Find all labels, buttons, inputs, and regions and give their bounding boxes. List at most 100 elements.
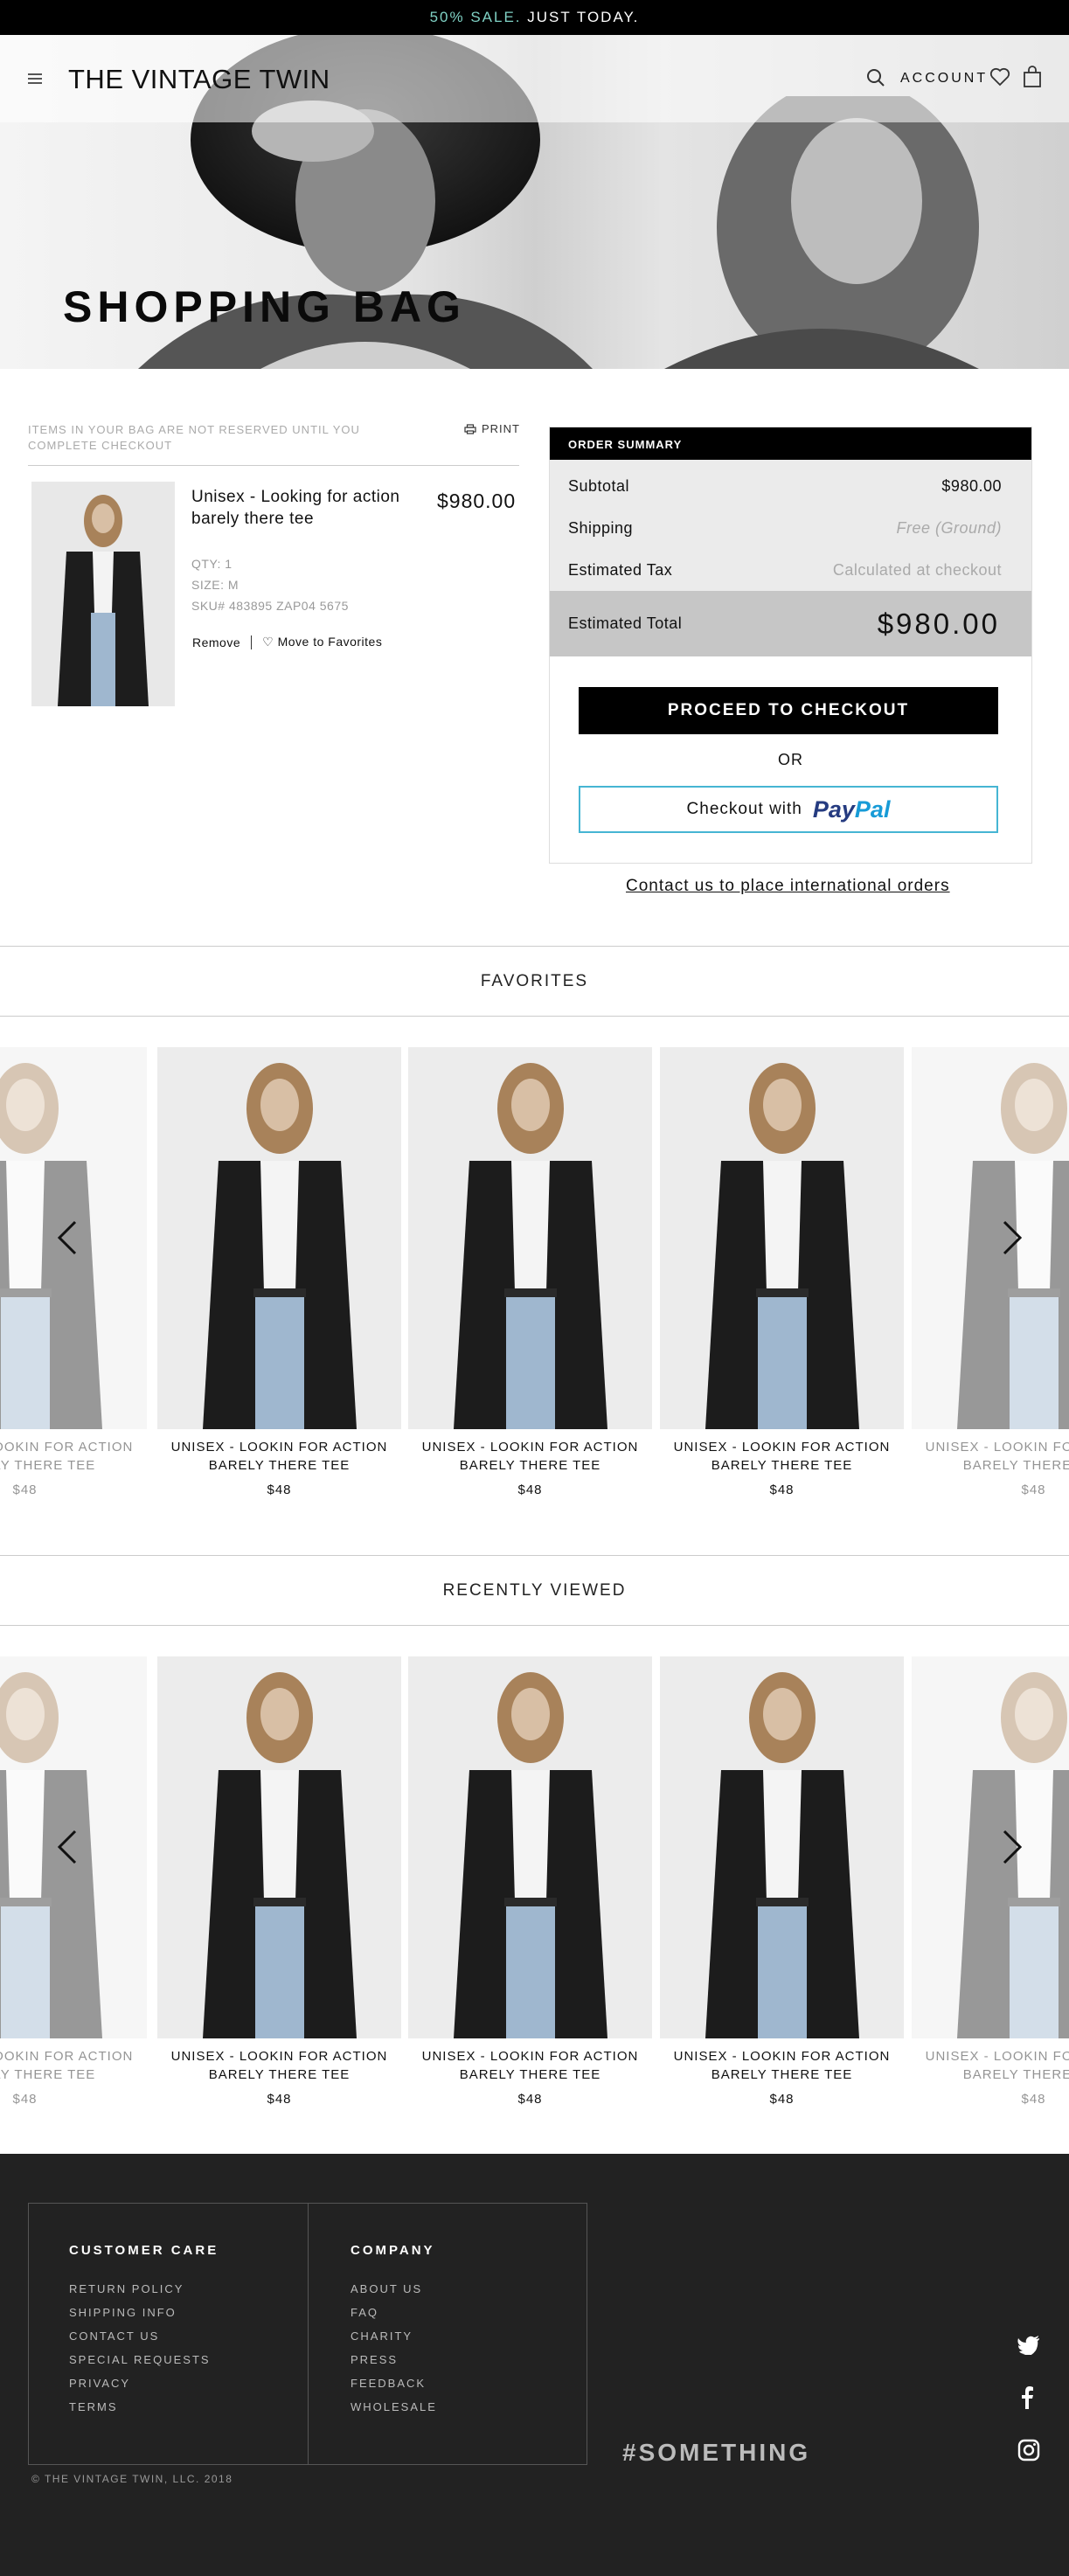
page-title: SHOPPING BAG (63, 282, 466, 331)
product-image (157, 1656, 401, 2038)
footer-link-shipping-info[interactable]: SHIPPING INFO (69, 2301, 219, 2324)
recently-viewed-prev-arrow-icon[interactable] (51, 1821, 86, 1873)
recently-viewed-next-arrow-icon[interactable] (994, 1821, 1029, 1873)
footer-link-privacy[interactable]: PRIVACY (69, 2371, 219, 2395)
product-price: $48 (1021, 1482, 1046, 1497)
printer-icon (464, 423, 476, 434)
favorites-product-card[interactable]: UNISEX - LOOKIN FOR ACTIONBARELY THERE T… (157, 1047, 401, 1497)
site-footer: CUSTOMER CARE RETURN POLICY SHIPPING INF… (0, 2154, 1069, 2576)
remove-link[interactable]: Remove (192, 635, 240, 649)
product-price: $48 (12, 1482, 38, 1497)
footer-link-about-us[interactable]: ABOUT US (351, 2277, 437, 2301)
bag-item-image[interactable] (31, 482, 175, 706)
favorites-product-card[interactable]: UNISEX - LOOKIN FOR ACTIONBARELY THERE T… (912, 1047, 1069, 1497)
favorites-product-card[interactable]: UNISEX - LOOKIN FOR ACTIONBARELY THERE T… (0, 1047, 147, 1497)
favorites-product-card[interactable]: UNISEX - LOOKIN FOR ACTIONBARELY THERE T… (408, 1047, 652, 1497)
product-name[interactable]: UNISEX - LOOKIN FOR ACTIONBARELY THERE T… (157, 2047, 401, 2084)
recently-viewed-product-card[interactable]: UNISEX - LOOKIN FOR ACTIONBARELY THERE T… (912, 1656, 1069, 2107)
summary-row-shipping: Shipping Free (Ground) (568, 519, 1002, 538)
customer-care-heading: CUSTOMER CARE (69, 2243, 219, 2258)
recently-viewed-product-card[interactable]: UNISEX - LOOKIN FOR ACTIONBARELY THERE T… (0, 1656, 147, 2107)
move-to-favorites-link[interactable]: ♡ Move to Favorites (262, 635, 382, 649)
product-name[interactable]: UNISEX - LOOKIN FOR ACTIONBARELY THERE T… (912, 2047, 1069, 2084)
international-orders-link[interactable]: Contact us to place international orders (626, 877, 950, 896)
product-name[interactable]: UNISEX - LOOKIN FOR ACTIONBARELY THERE T… (912, 1438, 1069, 1475)
footer-link-return-policy[interactable]: RETURN POLICY (69, 2277, 219, 2301)
product-name[interactable]: UNISEX - LOOKIN FOR ACTIONBARELY THERE T… (0, 2047, 147, 2084)
proceed-to-checkout-button[interactable]: PROCEED TO CHECKOUT (579, 687, 998, 734)
recently-viewed-product-card[interactable]: UNISEX - LOOKIN FOR ACTIONBARELY THERE T… (157, 1656, 401, 2107)
menu-icon[interactable] (28, 73, 42, 84)
footer-divider (308, 2204, 309, 2464)
summary-row-subtotal: Subtotal $980.00 (568, 477, 1002, 496)
bag-item-meta: QTY: 1 SIZE: M SKU# 483895 ZAP04 5675 (191, 553, 349, 616)
bag-item-name[interactable]: Unisex - Looking for action barely there… (191, 486, 427, 530)
tax-value: Calculated at checkout (832, 561, 1002, 579)
footer-links-box: CUSTOMER CARE RETURN POLICY SHIPPING INF… (28, 2203, 587, 2465)
recently-viewed-product-card[interactable]: UNISEX - LOOKIN FOR ACTIONBARELY THERE T… (660, 1656, 904, 2107)
product-name[interactable]: UNISEX - LOOKIN FOR ACTIONBARELY THERE T… (157, 1438, 401, 1475)
footer-link-faq[interactable]: FAQ (351, 2301, 437, 2324)
search-icon[interactable] (865, 67, 886, 88)
footer-link-press[interactable]: PRESS (351, 2348, 437, 2371)
product-image (408, 1656, 652, 2038)
product-price: $48 (769, 1482, 795, 1497)
product-price: $48 (769, 2092, 795, 2107)
product-name[interactable]: UNISEX - LOOKIN FOR ACTIONBARELY THERE T… (408, 1438, 652, 1475)
promo-text: JUST TODAY. (527, 9, 640, 25)
tax-label: Estimated Tax (568, 561, 673, 579)
product-price: $48 (1021, 2092, 1046, 2107)
product-image (912, 1047, 1069, 1429)
subtotal-value: $980.00 (941, 477, 1002, 495)
favorites-prev-arrow-icon[interactable] (51, 1212, 86, 1264)
divider (0, 1555, 1069, 1556)
estimated-total-label: Estimated Total (568, 614, 683, 632)
bag-icon[interactable] (1023, 66, 1042, 88)
favorites-next-arrow-icon[interactable] (994, 1212, 1029, 1264)
shipping-value: Free (Ground) (896, 519, 1002, 537)
favorites-product-card[interactable]: UNISEX - LOOKIN FOR ACTIONBARELY THERE T… (660, 1047, 904, 1497)
site-logo[interactable]: THE VINTAGE TWIN (68, 64, 330, 95)
product-price: $48 (267, 2092, 292, 2107)
twitter-icon[interactable] (1017, 2336, 1040, 2355)
summary-row-tax: Estimated Tax Calculated at checkout (568, 561, 1002, 580)
subtotal-label: Subtotal (568, 477, 630, 495)
divider (28, 465, 519, 466)
product-price: $48 (12, 2092, 38, 2107)
product-name[interactable]: UNISEX - LOOKIN FOR ACTIONBARELY THERE T… (660, 1438, 904, 1475)
estimated-total-row: Estimated Total $980.00 (550, 591, 1031, 656)
account-link[interactable]: ACCOUNT (900, 71, 988, 87)
copyright: © THE VINTAGE TWIN, LLC. 2018 (31, 2473, 233, 2485)
product-name[interactable]: UNISEX - LOOKIN FOR ACTIONBARELY THERE T… (660, 2047, 904, 2084)
footer-link-charity[interactable]: CHARITY (351, 2324, 437, 2348)
product-image (912, 1656, 1069, 2038)
estimated-total-value: $980.00 (877, 607, 1000, 640)
paypal-checkout-button[interactable]: Checkout with PayPal (579, 786, 998, 833)
bag-item-price: $980.00 (437, 490, 517, 512)
print-button[interactable]: PRINT (464, 422, 520, 435)
product-name[interactable]: UNISEX - LOOKIN FOR ACTIONBARELY THERE T… (408, 2047, 652, 2084)
bag-item-size: SIZE: M (191, 578, 239, 592)
footer-link-feedback[interactable]: FEEDBACK (351, 2371, 437, 2395)
favorites-title: FAVORITES (480, 972, 589, 990)
facebook-icon[interactable] (1021, 2386, 1033, 2409)
order-summary: ORDER SUMMARY Subtotal $980.00 Shipping … (549, 427, 1032, 864)
bag-reservation-note: ITEMS IN YOUR BAG ARE NOT RESERVED UNTIL… (28, 423, 360, 452)
product-image (408, 1047, 652, 1429)
heart-icon[interactable] (989, 67, 1010, 87)
divider (0, 1016, 1069, 1017)
footer-link-terms[interactable]: TERMS (69, 2395, 219, 2419)
instagram-icon[interactable] (1017, 2439, 1040, 2461)
or-separator: OR (778, 751, 803, 768)
footer-link-wholesale[interactable]: WHOLESALE (351, 2395, 437, 2419)
footer-link-special-requests[interactable]: SPECIAL REQUESTS (69, 2348, 219, 2371)
recently-viewed-product-card[interactable]: UNISEX - LOOKIN FOR ACTIONBARELY THERE T… (408, 1656, 652, 2107)
shipping-label: Shipping (568, 519, 634, 537)
product-image (157, 1047, 401, 1429)
hero-model-photo-right (664, 96, 979, 369)
company-heading: COMPANY (351, 2243, 435, 2258)
action-separator (251, 635, 253, 649)
paypal-prefix: Checkout with (686, 800, 802, 818)
footer-link-contact-us[interactable]: CONTACT US (69, 2324, 219, 2348)
product-name[interactable]: UNISEX - LOOKIN FOR ACTIONBARELY THERE T… (0, 1438, 147, 1475)
